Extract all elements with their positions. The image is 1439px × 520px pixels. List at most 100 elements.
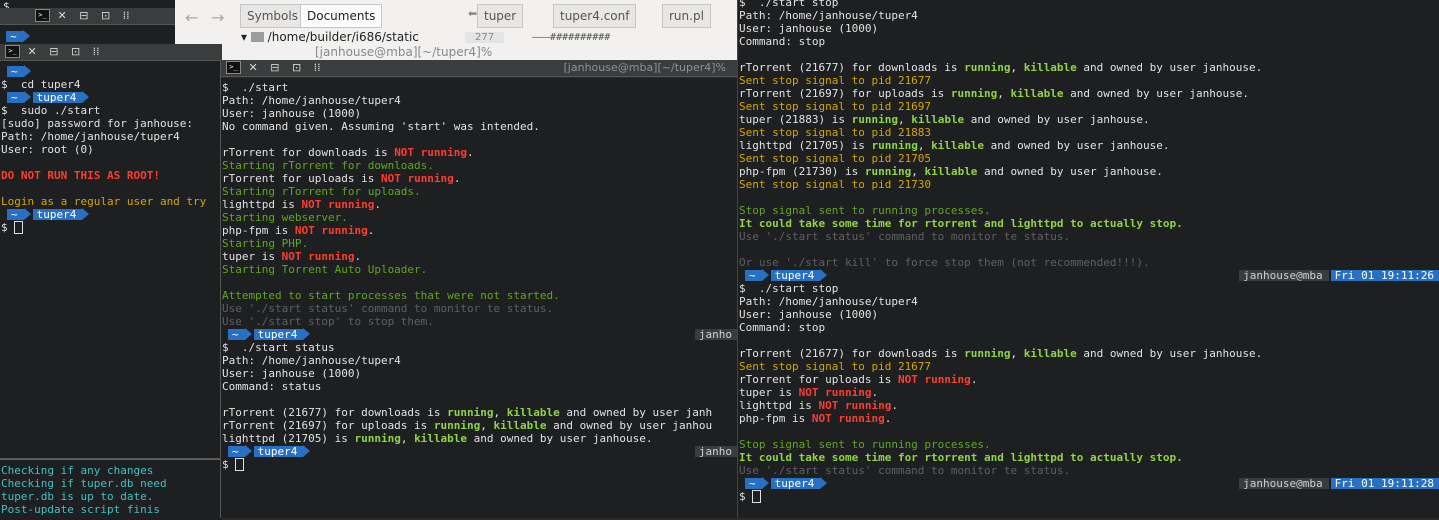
maximize-icon[interactable]: ⊡ [101,8,110,24]
middle-terminal-window: >_ ✕ ⊟ ⊡ ⁞⁞ [janhouse@mba][~/tuper4]% $ … [220,60,738,518]
folder-path[interactable]: ▾ /home/builder/i686/static [241,30,419,44]
output-segment: NOT running [798,386,872,399]
terminal-line: rTorrent for uploads is NOT running. [221,172,738,185]
output-segment: killable [414,432,468,445]
left-terminal-titlebar: >_ ✕ ⊟ ⊡ ⁞⁞ [0,44,222,61]
tab-doc-1[interactable]: tuper [477,4,524,28]
terminal-line: rTorrent (21697) for uploads is running,… [221,419,738,432]
output-segment: . [367,224,375,237]
cursor[interactable] [752,490,762,503]
output-text: Attempted to start processes that were n… [222,289,560,302]
close-icon[interactable]: ✕ [249,60,258,76]
directory-segment: tuper4 [253,446,304,457]
output-segment: killable [1023,347,1077,360]
segment-arrow [82,91,90,103]
status-segment: janhouse@mba Fri 01 19:11:26 [1239,269,1439,282]
output-text: No command given. Assuming 'start' was i… [222,120,540,133]
minimize-icon[interactable]: ⊟ [49,44,58,60]
terminal-line: rTorrent (21677) for downloads is runnin… [221,406,738,419]
close-icon[interactable]: ✕ [28,44,37,60]
output-segment: php-fpm is [739,412,812,425]
tab-doc-3[interactable]: run.pl [662,4,711,28]
minimize-icon[interactable]: ⊟ [79,8,88,24]
output-segment: and owned by user janhouse. [1063,87,1249,100]
terminal-line: tuper (21883) is running, killable and o… [738,113,1439,126]
output-segment: and owned by user janhouse. [984,139,1170,152]
middle-terminal-output[interactable]: $ ./start Path: /home/janhouse/tuper4 User… [221,78,738,518]
output-segment: running [433,419,481,432]
terminal-line: Path: /home/janhouse/tuper4 [738,295,1439,308]
segment-arrow [761,269,769,281]
behind-window-title: [janhouse@mba][~/tuper4]% [315,45,493,59]
left-terminal-output[interactable]: ~ $ cd tuper4 ~ tuper4 $ sudo ./start [sudo] … [0,61,222,458]
terminal-line: Use './start stop' to stop them. [221,315,738,328]
output-segment: rTorrent for uploads is [222,172,381,185]
right-terminal-output[interactable]: $ ./start stop Path: /home/janhouse/tuper… [738,0,1439,518]
output-segment: rTorrent for downloads is [222,146,395,159]
minimize-icon[interactable]: ⊟ [270,60,279,76]
terminal-line: Path: /home/janhouse/tuper4 [738,9,1439,22]
terminal-line: ~ tuper4 [0,91,222,104]
output-segment: lighttpd is [222,198,302,211]
output-text: Starting rTorrent for uploads. [222,185,421,198]
terminal-line: ~ tuper4 janhouse@mba Fri 01 19:11:26 [738,269,1439,282]
output-segment: and owned by user janhouse. [1076,347,1263,360]
output-text: User: janhouse (1000) [739,22,879,35]
cursor[interactable] [14,221,24,234]
output-text: Path: /home/janhouse/tuper4 [222,94,401,107]
terminal-line: php-fpm is NOT running. [221,224,738,237]
prompt-symbol: $ [222,458,236,471]
output-segment: killable [924,165,978,178]
terminal-line: User: janhouse (1000) [221,367,738,380]
terminal-line: Path: /home/janhouse/tuper4 [0,130,222,143]
user-segment: janho [694,328,738,341]
terminal-line: Sent stop signal to pid 21677 [738,74,1439,87]
prompt-symbol: $ [1,221,15,234]
tab-symbols[interactable]: Symbols [240,4,305,28]
grip-icon[interactable]: ⁞⁞ [314,60,321,76]
close-icon[interactable]: ✕ [58,8,67,24]
directory-segment: tuper4 [770,478,821,489]
terminal-line: lighttpd (21705) is running, killable an… [221,432,738,445]
cursor[interactable] [235,458,245,471]
code-line: ———########## [532,32,611,43]
user-host-label: janhouse@mba [1239,478,1329,489]
prompt-segments: ~ tuper4 [745,477,828,490]
output-text: Starting PHP. [222,237,309,250]
output-segment: . [354,250,362,263]
tab-documents[interactable]: Documents [300,4,383,28]
tab-doc-2[interactable]: tuper4.conf [553,4,637,28]
output-segment: killable [1010,87,1064,100]
forward-button[interactable]: → [211,8,224,27]
output-segment: and owned by user janhou [546,419,713,432]
terminal-line: lighttpd is NOT running. [738,399,1439,412]
output-segment: running [964,61,1011,74]
terminal-line: tuper is NOT running. [221,250,738,263]
grip-icon[interactable]: ⁞⁞ [93,44,100,60]
output-text: [sudo] password for janhouse: [1,117,194,130]
output-segment: NOT running [818,399,892,412]
maximize-icon[interactable]: ⊡ [71,44,80,60]
output-text: Or use './start kill' to force stop them… [739,256,1150,269]
command-text: $ ./start stop [739,282,839,295]
editor-window: ← → Symbols Documents ⬅ tuper tuper4.con… [175,0,737,60]
output-text: Command: stop [739,321,826,334]
grip-icon[interactable]: ⁞⁞ [123,8,130,24]
terminal-line: Sent stop signal to pid 21677 [738,360,1439,373]
output-segment: running [851,113,898,126]
terminal-line: rTorrent for downloads is NOT running. [221,146,738,159]
tab-arrow[interactable]: ⬅ [468,7,477,20]
output-segment: , [997,87,1011,100]
output-text: Path: /home/janhouse/tuper4 [222,354,401,367]
terminal-line: rTorrent (21677) for downloads is runnin… [738,347,1439,360]
back-button[interactable]: ← [185,8,198,27]
output-segment: rTorrent (21677) for downloads is [739,61,965,74]
terminal-line: Sent stop signal to pid 21697 [738,100,1439,113]
maximize-icon[interactable]: ⊡ [292,60,301,76]
output-segment: tuper is [739,386,799,399]
segment-arrow [23,65,31,77]
terminal-line: Starting webserver. [221,211,738,224]
